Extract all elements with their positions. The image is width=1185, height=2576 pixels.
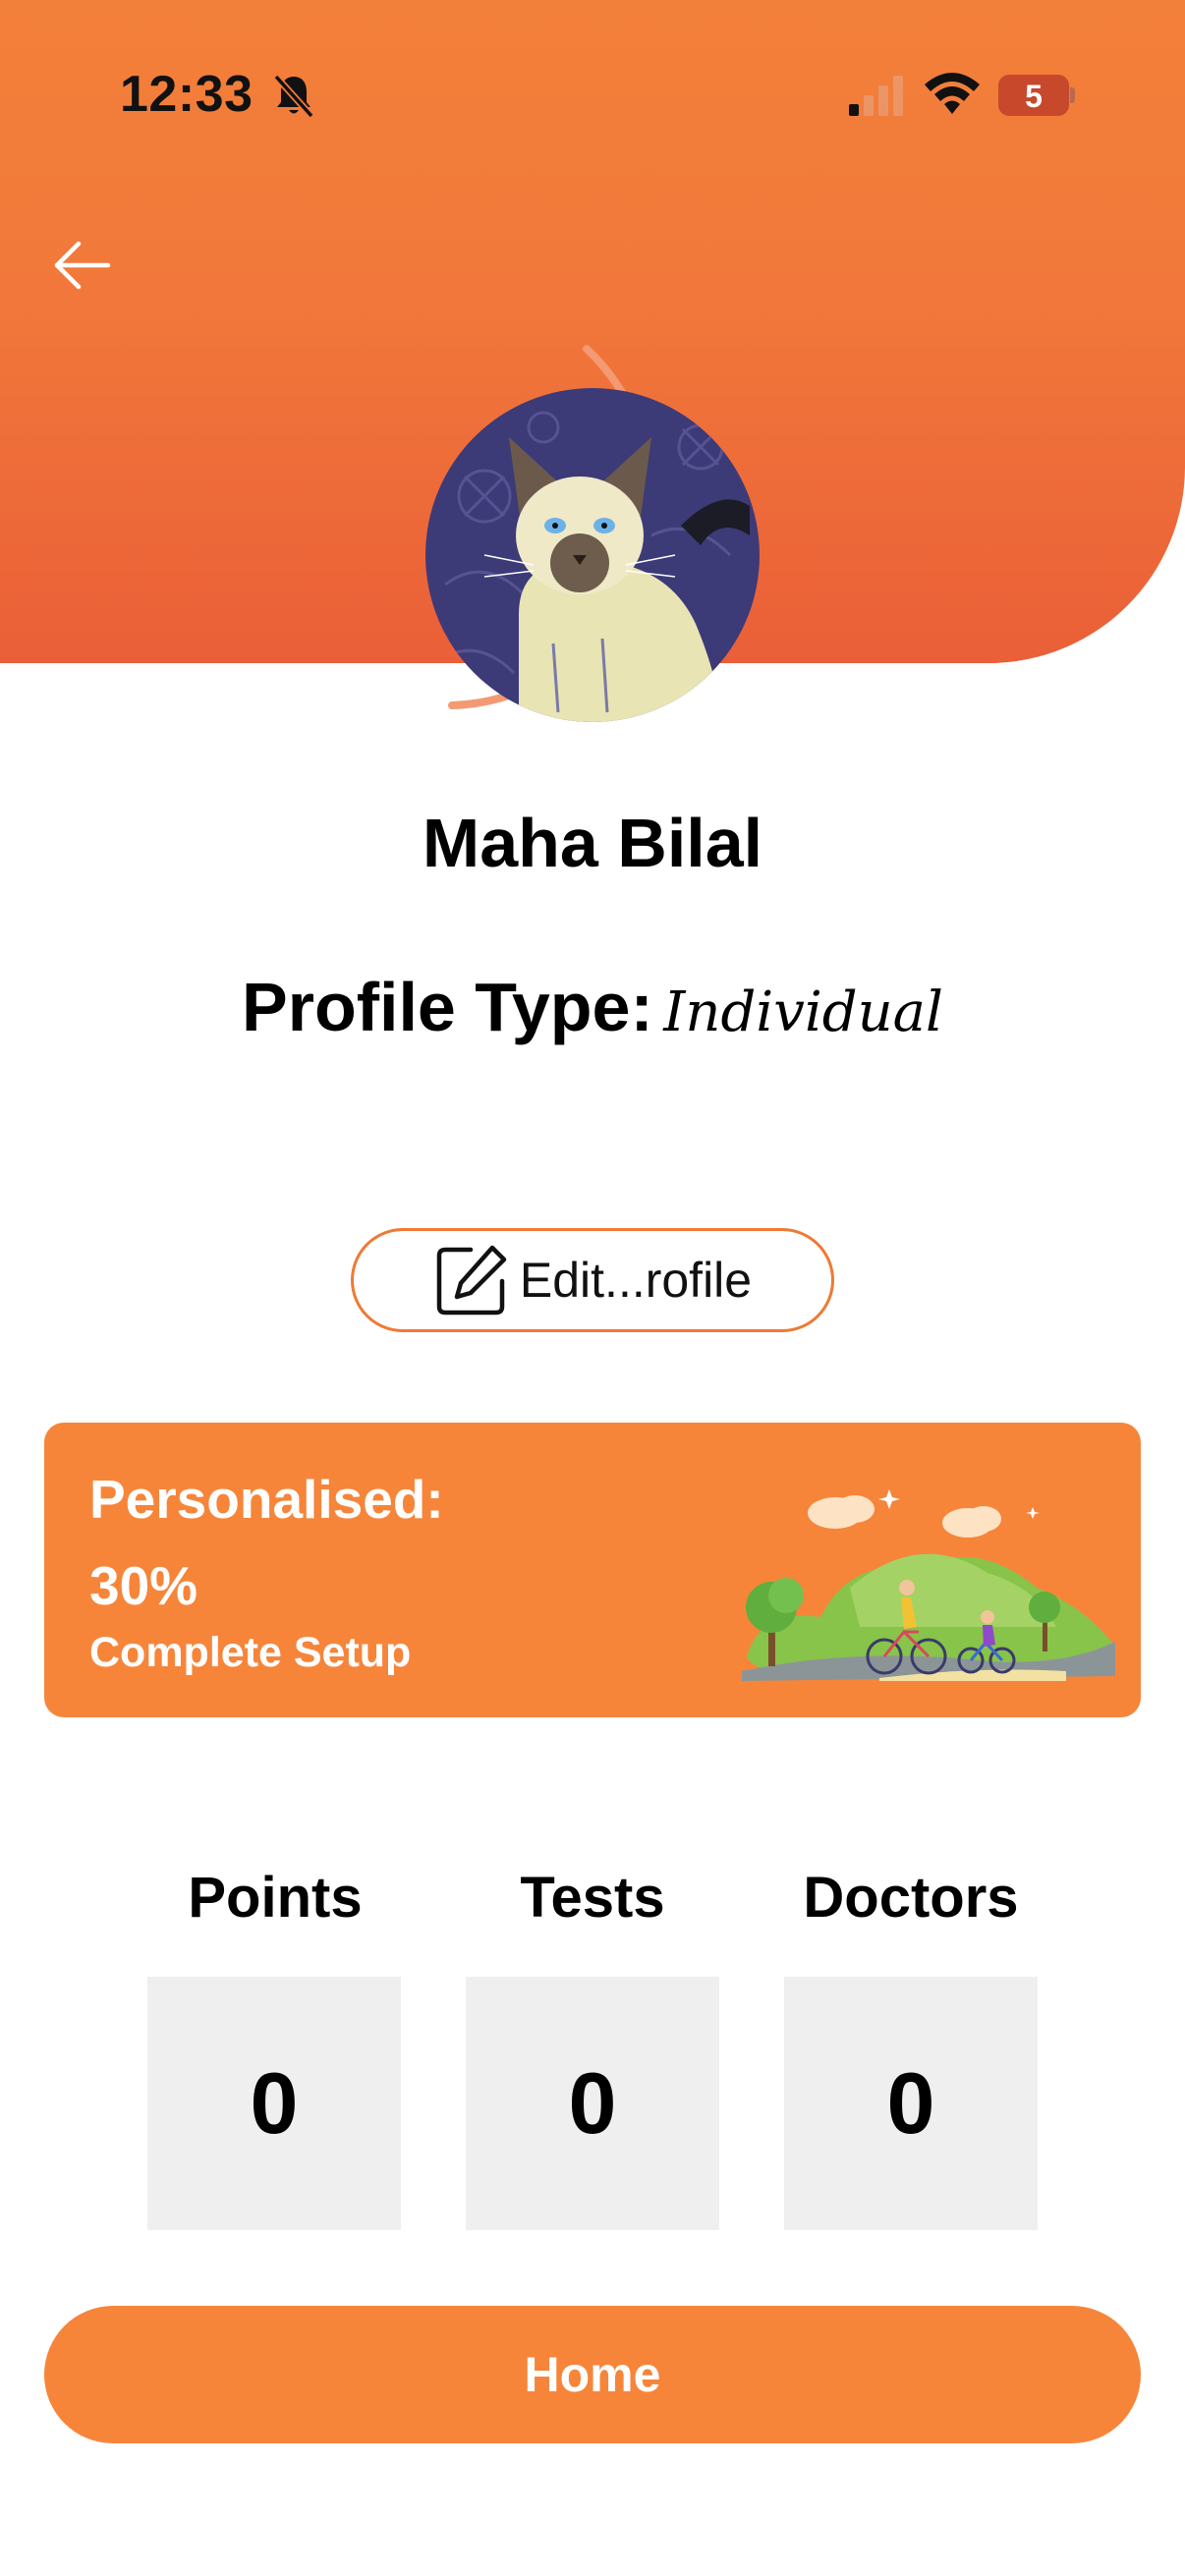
setup-percent: 30% [89, 1555, 198, 1616]
stat-label-points: Points [188, 1866, 363, 1930]
cycling-illustration [742, 1489, 1115, 1681]
user-name: Maha Bilal [422, 805, 763, 881]
home-button[interactable]: Home [44, 2306, 1141, 2443]
edit-profile-label: Edit...rofile [519, 1253, 753, 1308]
battery-indicator: 5 [998, 75, 1075, 116]
avatar[interactable] [425, 388, 760, 722]
stat-value-tests: 0 [568, 2054, 617, 2152]
profile-type-label: Profile Type: [242, 969, 653, 1045]
cellular-signal-icon [849, 76, 903, 116]
back-arrow-icon[interactable] [51, 234, 114, 297]
setup-title: Personalised: [89, 1469, 444, 1530]
stat-value-doctors: 0 [886, 2054, 935, 2152]
stat-label-doctors: Doctors [803, 1866, 1019, 1930]
edit-profile-button[interactable]: Edit...rofile [351, 1228, 834, 1332]
home-button-label: Home [524, 2347, 661, 2402]
status-time: 12:33 [120, 66, 254, 123]
wifi-icon [925, 73, 980, 114]
stat-box-doctors: 0 [784, 1977, 1038, 2230]
stat-label-tests: Tests [520, 1866, 665, 1930]
stat-box-points: 0 [147, 1977, 401, 2230]
battery-level: 5 [1025, 79, 1043, 114]
stat-value-points: 0 [250, 2054, 299, 2152]
setup-progress-card[interactable]: Personalised: 30% Complete Setup [44, 1423, 1141, 1717]
stat-box-tests: 0 [466, 1977, 719, 2230]
bell-slash-icon [273, 74, 314, 119]
profile-type-value: Individual [663, 980, 943, 1044]
complete-setup-link[interactable]: Complete Setup [89, 1629, 411, 1677]
profile-type: Profile Type: Individual [0, 968, 1185, 1046]
edit-square-icon [436, 1245, 507, 1316]
